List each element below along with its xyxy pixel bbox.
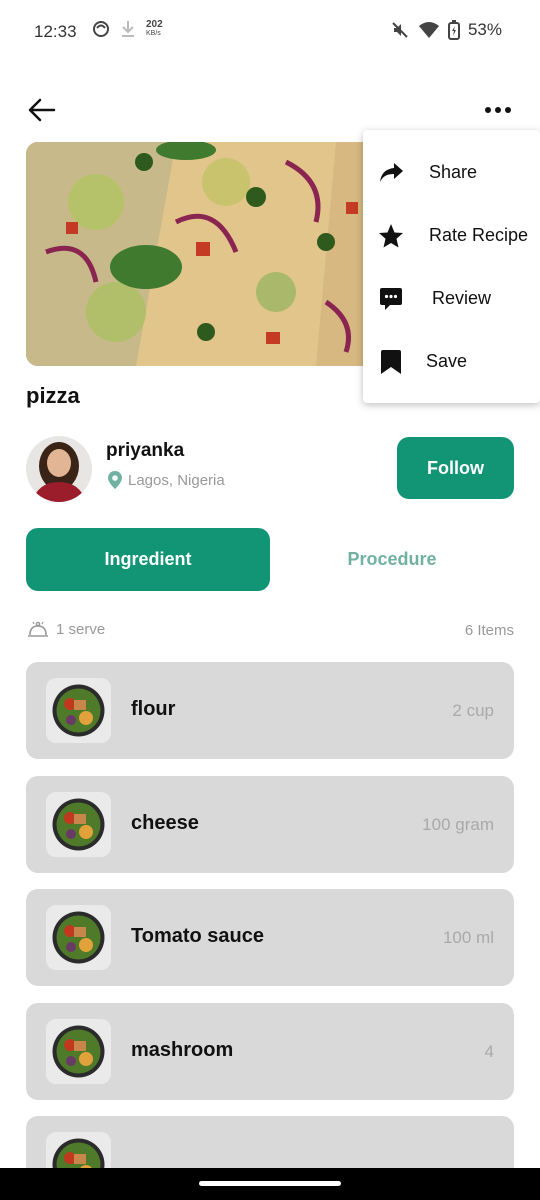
top-app-bar	[0, 88, 540, 132]
ingredient-name: cheese	[131, 811, 199, 834]
author-location: Lagos, Nigeria	[106, 470, 225, 490]
ingredient-name: flour	[131, 698, 176, 720]
back-button[interactable]	[26, 96, 58, 124]
star-icon	[377, 222, 405, 250]
author-name[interactable]: priyanka	[106, 440, 184, 462]
home-gesture-handle[interactable]	[199, 1181, 341, 1186]
ingredient-quantity: 4	[484, 1041, 494, 1061]
download-icon	[122, 21, 134, 37]
ingredient-image	[46, 1018, 111, 1084]
arrow-left-icon	[28, 98, 56, 122]
ingredient-image	[46, 678, 111, 743]
share-icon	[377, 159, 405, 187]
ingredient-quantity: 100 gram	[422, 814, 494, 834]
list-item[interactable]: mashroom 4	[26, 1002, 514, 1100]
tab-procedure[interactable]: Procedure	[270, 528, 514, 591]
menu-item-share[interactable]: Share	[363, 141, 540, 204]
recipe-tabs: Ingredient Procedure	[26, 528, 514, 591]
avatar[interactable]	[26, 436, 92, 502]
ingredient-image	[46, 791, 111, 857]
list-item[interactable]: cheese 100 gram	[26, 775, 514, 873]
recipe-title: pizza	[26, 383, 80, 408]
ingredient-name: mashroom	[131, 1038, 234, 1061]
battery-percent: 53%	[467, 20, 502, 39]
location-text: Lagos, Nigeria	[128, 471, 225, 489]
notification-app-icon	[93, 21, 109, 37]
ingredients-meta: 1 serve 6 Items	[26, 616, 514, 644]
bookmark-icon	[377, 348, 405, 376]
menu-item-label: Save	[426, 351, 468, 371]
author-row: priyanka Lagos, Nigeria Follow	[26, 436, 514, 502]
follow-button[interactable]: Follow	[397, 437, 514, 499]
status-bar: 12:33 202 KB/s 53%	[0, 0, 540, 64]
menu-item-rate-recipe[interactable]: Rate Recipe	[363, 204, 540, 267]
system-navigation-bar	[0, 1168, 540, 1200]
serving-dish-icon	[28, 621, 48, 637]
overflow-menu: Share Rate Recipe Review Save	[363, 130, 540, 403]
menu-item-review[interactable]: Review	[363, 267, 540, 330]
ingredient-quantity: 100 ml	[442, 928, 494, 947]
list-item[interactable]: Tomato sauce 100 ml	[26, 889, 514, 986]
menu-item-label: Share	[429, 162, 478, 182]
ingredient-quantity: 2 cup	[452, 701, 494, 720]
more-options-button[interactable]	[482, 96, 514, 124]
ingredient-image	[46, 905, 111, 970]
serves-text: 1 serve	[56, 620, 106, 638]
network-speed: 202 KB/s	[146, 19, 163, 38]
wifi-icon	[418, 22, 439, 38]
ingredient-name: Tomato sauce	[131, 925, 264, 947]
mute-icon	[392, 22, 408, 38]
menu-item-label: Rate Recipe	[429, 225, 529, 245]
menu-item-label: Review	[432, 288, 492, 308]
battery-icon	[447, 20, 460, 40]
items-count: 6 Items	[464, 622, 514, 639]
more-horizontal-icon	[485, 107, 511, 113]
menu-item-save[interactable]: Save	[363, 330, 540, 393]
status-time: 12:33	[34, 22, 77, 41]
location-pin-icon	[108, 471, 122, 489]
tab-ingredient[interactable]: Ingredient	[26, 528, 270, 591]
list-item[interactable]: flour 2 cup	[26, 662, 514, 759]
message-icon	[377, 285, 405, 313]
ingredient-list: flour 2 cup cheese 100 gram Tomato sauce…	[26, 662, 514, 1200]
